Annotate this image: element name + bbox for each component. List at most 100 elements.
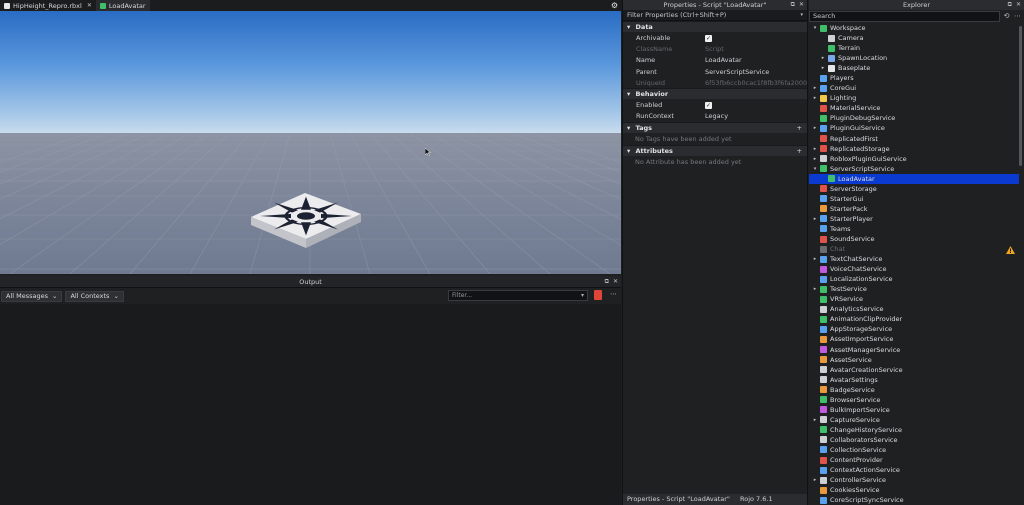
place-file-icon — [4, 2, 10, 9]
chevron-right-icon[interactable]: ▸ — [820, 55, 826, 61]
parent-value-field[interactable]: ServerScriptService — [705, 68, 807, 76]
section-tags[interactable]: ▾ Tags + — [623, 122, 807, 134]
output-filter-input[interactable]: Filter... ▾ — [448, 290, 588, 301]
explorer-item[interactable]: BadgeService — [809, 385, 1024, 395]
explorer-search-input[interactable]: Search — [809, 11, 1000, 22]
explorer-item[interactable]: Players — [809, 73, 1024, 83]
explorer-item[interactable]: CollectionService — [809, 445, 1024, 455]
explorer-item[interactable]: CookiesService — [809, 485, 1024, 495]
explorer-item[interactable]: AssetImportService — [809, 334, 1024, 344]
more-options-icon[interactable]: ⋯ — [1013, 12, 1022, 21]
close-icon[interactable]: ✕ — [799, 0, 804, 10]
explorer-item[interactable]: StarterPack — [809, 204, 1024, 214]
contexts-filter-dropdown[interactable]: All Contexts ⌄ — [65, 290, 124, 302]
spawn-location[interactable] — [0, 11, 621, 274]
explorer-item[interactable]: BrowserService — [809, 395, 1024, 405]
explorer-item[interactable]: ▸ ReplicatedStorage — [809, 144, 1024, 154]
chevron-right-icon[interactable]: ▸ — [812, 216, 818, 222]
runcontext-dropdown[interactable]: Legacy — [705, 112, 807, 120]
explorer-item[interactable]: VRService — [809, 294, 1024, 304]
explorer-item[interactable]: PluginDebugService — [809, 113, 1024, 123]
explorer-item[interactable]: Camera — [809, 33, 1024, 43]
explorer-item[interactable]: ▸ TextChatService — [809, 254, 1024, 264]
chevron-right-icon[interactable]: ▸ — [812, 85, 818, 91]
explorer-item[interactable]: CoreScriptSyncService — [809, 495, 1024, 505]
more-options-icon[interactable]: ⋯ — [610, 290, 617, 298]
chevron-right-icon[interactable]: ▸ — [812, 156, 818, 162]
chevron-right-icon[interactable]: ▸ — [812, 146, 818, 152]
undock-icon[interactable]: ⧉ — [791, 0, 795, 10]
chevron-right-icon[interactable]: ▸ — [812, 477, 818, 483]
chevron-right-icon[interactable]: ▸ — [812, 95, 818, 101]
explorer-item[interactable]: SoundService — [809, 234, 1024, 244]
explorer-item[interactable]: ▾ ServerScriptService — [809, 164, 1024, 174]
explorer-item[interactable]: AnimationClipProvider — [809, 314, 1024, 324]
add-attribute-icon[interactable]: + — [797, 146, 802, 157]
explorer-item[interactable]: ChangeHistoryService — [809, 425, 1024, 435]
explorer-item[interactable]: ▸ RobloxPluginGuiService — [809, 154, 1024, 164]
explorer-item[interactable]: AvatarSettings — [809, 375, 1024, 385]
enabled-checkbox[interactable]: ✓ — [705, 102, 712, 110]
messages-filter-dropdown[interactable]: All Messages ⌄ — [1, 290, 63, 302]
close-icon[interactable]: ✕ — [87, 2, 92, 9]
chevron-down-icon[interactable]: ▾ — [581, 291, 584, 300]
clear-output-trash-icon[interactable] — [594, 290, 602, 300]
explorer-item[interactable]: ▾ Workspace — [809, 23, 1024, 33]
explorer-item[interactable]: ReplicatedFirst — [809, 134, 1024, 144]
3d-viewport[interactable] — [0, 11, 621, 274]
name-value-field[interactable]: LoadAvatar — [705, 56, 807, 64]
explorer-item[interactable]: Terrain — [809, 43, 1024, 53]
instance-icon — [820, 215, 827, 223]
chevron-down-icon[interactable]: ▾ — [812, 25, 818, 31]
undock-icon[interactable]: ⧉ — [605, 276, 609, 288]
chevron-right-icon[interactable]: ▸ — [812, 286, 818, 292]
section-attributes[interactable]: ▾ Attributes + — [623, 145, 807, 157]
explorer-item[interactable]: AppStorageService — [809, 324, 1024, 334]
explorer-item[interactable]: AvatarCreationService — [809, 365, 1024, 375]
section-behavior[interactable]: ▾ Behavior — [623, 88, 807, 100]
explorer-item[interactable]: ContextActionService — [809, 465, 1024, 475]
explorer-item[interactable]: BulkImportService — [809, 405, 1024, 415]
explorer-item[interactable]: Teams — [809, 224, 1024, 234]
explorer-item[interactable]: AssetService — [809, 355, 1024, 365]
gear-icon[interactable]: ⚙ — [610, 1, 619, 10]
explorer-item[interactable]: AssetManagerService — [809, 345, 1024, 355]
chevron-right-icon[interactable]: ▸ — [812, 125, 818, 131]
tab-loadavatar-script[interactable]: LoadAvatar — [95, 0, 150, 11]
explorer-item[interactable]: AnalyticsService — [809, 304, 1024, 314]
explorer-item[interactable]: MaterialService — [809, 103, 1024, 113]
history-icon[interactable]: ⟲ — [1002, 12, 1011, 21]
explorer-item[interactable]: Chat — [809, 244, 1024, 254]
chevron-right-icon[interactable]: ▸ — [812, 417, 818, 423]
chevron-right-icon[interactable]: ▸ — [820, 65, 826, 71]
explorer-item[interactable]: VoiceChatService — [809, 264, 1024, 274]
filter-properties-input[interactable]: Filter Properties (Ctrl+Shift+P) ▾ — [623, 10, 807, 21]
explorer-item[interactable]: ▸ TestService — [809, 284, 1024, 294]
explorer-item[interactable]: ServerStorage — [809, 184, 1024, 194]
explorer-item[interactable]: StarterGui — [809, 194, 1024, 204]
explorer-item[interactable]: LoadAvatar — [809, 173, 1019, 184]
close-icon[interactable]: ✕ — [1016, 0, 1021, 10]
chevron-right-icon[interactable]: ▸ — [812, 256, 818, 262]
undock-icon[interactable]: ⧉ — [1008, 0, 1012, 10]
explorer-item[interactable]: ▸ CoreGui — [809, 83, 1024, 93]
tab-place-file[interactable]: HipHeight_Repro.rbxl ✕ — [0, 0, 96, 11]
explorer-scrollbar[interactable] — [1019, 26, 1022, 166]
explorer-item[interactable]: ▸ Baseplate — [809, 63, 1024, 73]
explorer-item[interactable]: ▸ Lighting — [809, 93, 1024, 103]
instance-icon — [820, 155, 827, 163]
explorer-item[interactable]: ▸ PluginGuiService — [809, 123, 1024, 133]
chevron-down-icon[interactable]: ▾ — [800, 10, 803, 21]
chevron-down-icon[interactable]: ▾ — [812, 166, 818, 172]
explorer-item[interactable]: ContentProvider — [809, 455, 1024, 465]
explorer-item[interactable]: CollaboratorsService — [809, 435, 1024, 445]
archivable-checkbox[interactable]: ✓ — [705, 34, 712, 42]
explorer-item[interactable]: ▸ SpawnLocation — [809, 53, 1024, 63]
explorer-item[interactable]: ▸ ControllerService — [809, 475, 1024, 485]
add-tag-icon[interactable]: + — [797, 123, 802, 134]
section-data[interactable]: ▾ Data — [623, 21, 807, 32]
close-icon[interactable]: ✕ — [613, 276, 618, 288]
explorer-item[interactable]: LocalizationService — [809, 274, 1024, 284]
explorer-item[interactable]: ▸ CaptureService — [809, 415, 1024, 425]
explorer-item[interactable]: ▸ StarterPlayer — [809, 214, 1024, 224]
